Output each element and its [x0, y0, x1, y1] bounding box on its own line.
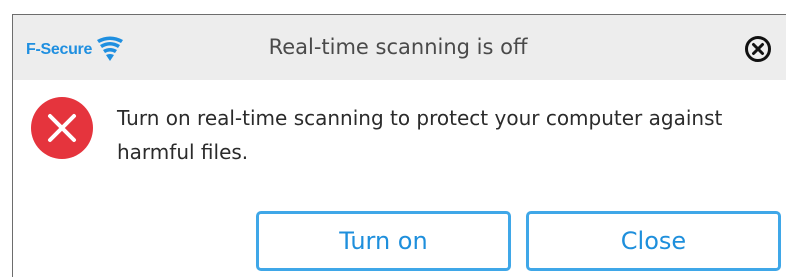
turn-on-button[interactable]: Turn on [256, 211, 511, 271]
dialog-title: Real-time scanning is off [268, 35, 528, 59]
title-bar: F-Secure Real-time scanning is off [13, 15, 786, 80]
close-icon[interactable] [744, 35, 772, 63]
error-icon [31, 97, 93, 159]
brand-logo: F-Secure [26, 34, 126, 62]
f-secure-logo-icon [97, 36, 124, 61]
brand-name: F-Secure [26, 41, 93, 58]
alert-message: Turn on real-time scanning to protect yo… [117, 106, 723, 164]
close-button[interactable]: Close [526, 211, 781, 271]
alert-dialog: F-Secure Real-time scanning is off Turn … [12, 14, 786, 277]
